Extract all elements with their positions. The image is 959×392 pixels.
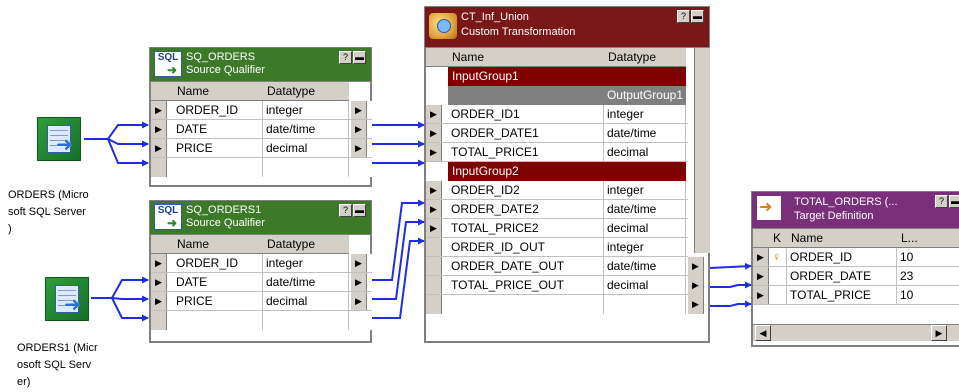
- link-line: [710, 281, 752, 289]
- link-line: [710, 300, 752, 308]
- port-link-lines: [84, 121, 752, 322]
- link-line: [91, 297, 149, 322]
- link-line: [91, 276, 149, 299]
- link-line: [709, 262, 752, 270]
- link-line: [84, 121, 149, 140]
